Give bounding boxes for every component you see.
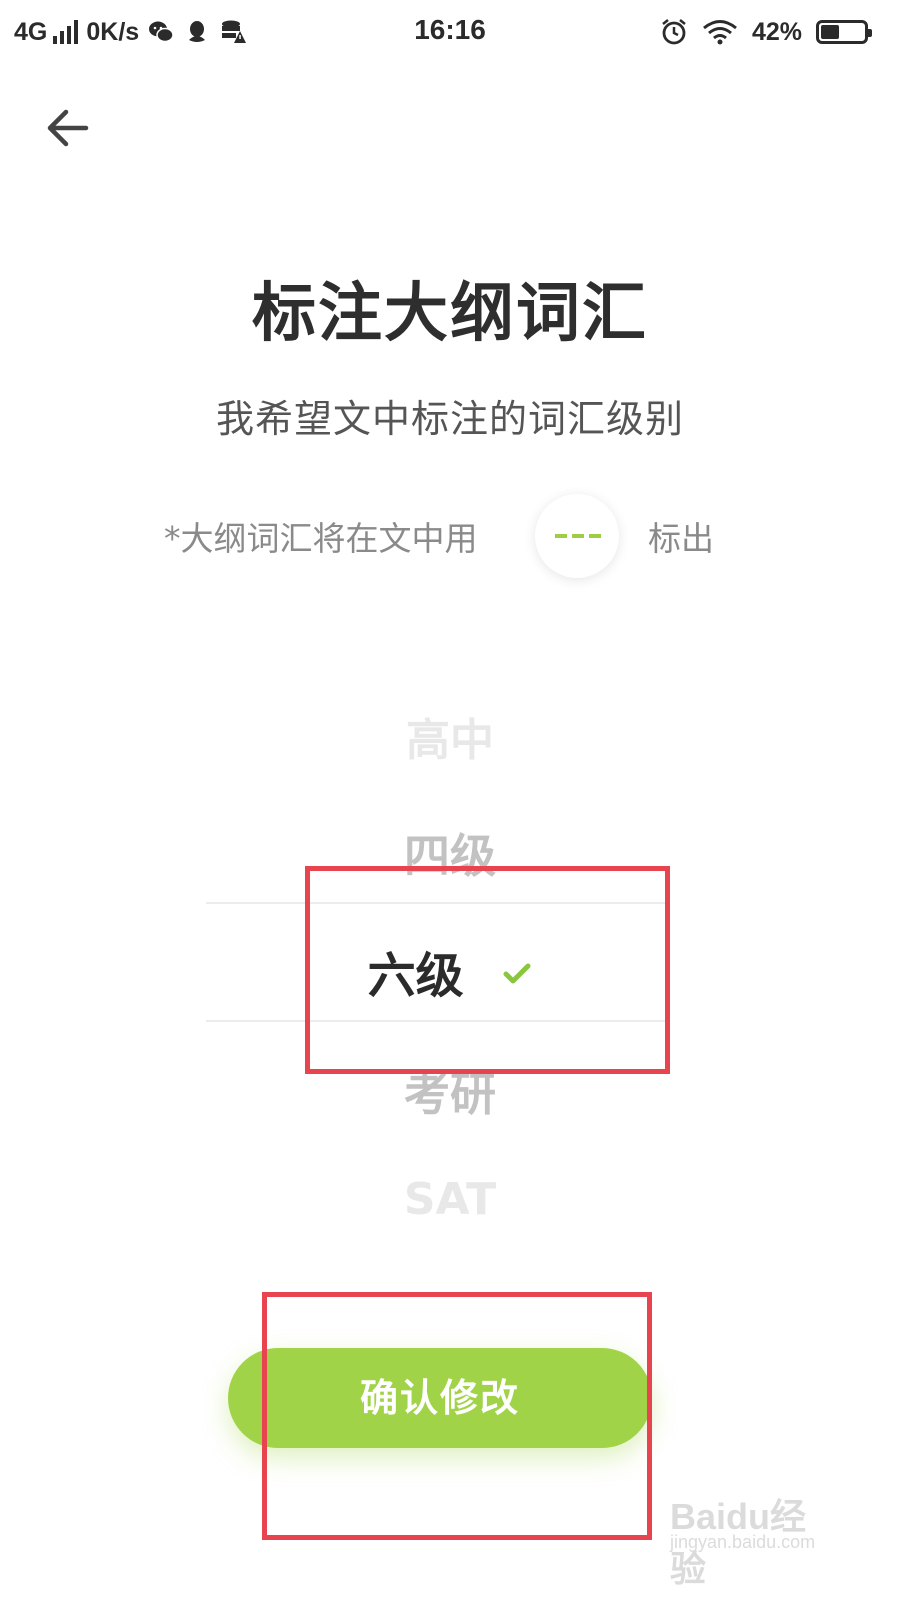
wifi-icon (703, 20, 737, 45)
battery-icon (816, 20, 872, 44)
status-bar: 4G 0K/s 16:16 42% (0, 0, 900, 64)
hint-prefix: *大纲词汇将在文中用 (164, 519, 478, 558)
underline-sample-badge (535, 494, 619, 578)
battery-percent: 42% (751, 17, 802, 46)
page-title: 标注大纲词汇 (252, 277, 648, 351)
annotation-box-confirm (262, 1292, 652, 1540)
battery-level (821, 25, 839, 39)
alarm-icon (662, 19, 686, 45)
page-subtitle: 我希望文中标注的词汇级别 (215, 397, 684, 441)
annotation-box-selected-level (305, 866, 670, 1074)
picker-option[interactable]: 高中 (0, 704, 900, 768)
picker-option[interactable]: SAT (0, 1174, 900, 1225)
watermark: Baidu经验 jingyan.baidu.com (670, 1488, 830, 1589)
status-bar-right: 42% (660, 14, 872, 50)
back-button[interactable] (40, 100, 96, 156)
arrow-left-icon (47, 109, 89, 147)
hint-suffix: 标出 (648, 519, 714, 558)
watermark-url: jingyan.baidu.com (670, 1532, 816, 1552)
dashed-underline-icon (555, 534, 601, 538)
hint-row: *大纲词汇将在文中用 标出 (0, 494, 900, 578)
